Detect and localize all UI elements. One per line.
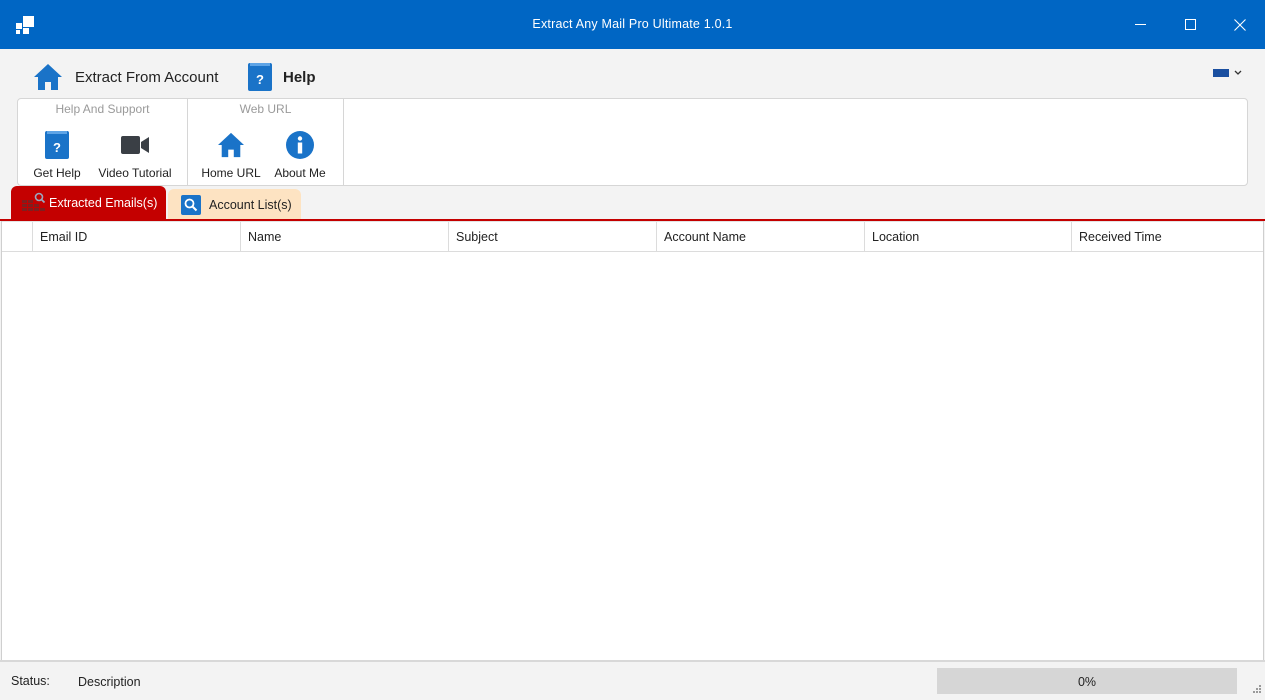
group-web-url: Web URL Home URL About Me [188, 99, 344, 185]
resize-grip-icon[interactable] [1252, 684, 1262, 694]
home-url-button[interactable]: Home URL [200, 129, 262, 180]
flag-icon [1213, 69, 1229, 77]
home-icon [215, 129, 247, 161]
ribbon-tab-bar: Extract From Account ? Help [0, 49, 1265, 103]
tab-account-list[interactable]: Account List(s) [168, 189, 301, 220]
column-header-location[interactable]: Location [865, 222, 1072, 252]
status-label: Status: [11, 674, 50, 688]
row-selector-header[interactable] [2, 222, 33, 252]
column-header-email-id[interactable]: Email ID [33, 222, 241, 252]
tab-label: Help [283, 68, 316, 86]
status-bar: Status: Description 0% [0, 662, 1265, 700]
help-book-icon: ? [245, 62, 275, 92]
tab-label: Account List(s) [209, 197, 292, 212]
emails-table: Email ID Name Subject Account Name Locat… [1, 221, 1264, 661]
ribbon-panel: Help And Support ? Get Help Video Tutori… [17, 98, 1248, 186]
title-bar: Extract Any Mail Pro Ultimate 1.0.1 [0, 0, 1265, 49]
document-tab-bar: Extracted Emails(s) Account List(s) [0, 186, 1265, 220]
video-tutorial-button[interactable]: Video Tutorial [94, 129, 176, 180]
status-description: Description [78, 675, 141, 689]
close-button[interactable] [1215, 0, 1265, 49]
chevron-down-icon [1234, 70, 1242, 75]
column-header-account-name[interactable]: Account Name [657, 222, 865, 252]
minimize-button[interactable] [1115, 0, 1165, 49]
button-label: Home URL [201, 166, 261, 180]
progress-text: 0% [1077, 675, 1097, 689]
button-label: Video Tutorial [98, 166, 172, 180]
language-dropdown[interactable] [1213, 66, 1243, 80]
tab-label: Extract From Account [75, 68, 219, 86]
column-header-name[interactable]: Name [241, 222, 449, 252]
home-icon [33, 62, 63, 92]
video-camera-icon [119, 129, 151, 161]
svg-text:?: ? [256, 72, 264, 87]
group-title: Web URL [239, 102, 292, 116]
tab-extract-from-account[interactable]: Extract From Account [33, 57, 218, 97]
tab-label: Extracted Emails(s) [49, 196, 158, 210]
table-header: Email ID Name Subject Account Name Locat… [2, 221, 1263, 252]
button-label: Get Help [33, 166, 81, 180]
tab-help[interactable]: ? Help [245, 57, 316, 103]
column-header-subject[interactable]: Subject [449, 222, 657, 252]
search-icon [179, 193, 203, 217]
get-help-button[interactable]: ? Get Help [32, 129, 82, 180]
progress-bar: 0% [937, 668, 1237, 694]
tab-extracted-emails[interactable]: Extracted Emails(s) [11, 186, 166, 220]
grid-search-icon [22, 191, 46, 215]
about-me-button[interactable]: About Me [270, 129, 330, 180]
info-icon [284, 129, 316, 161]
maximize-icon [1184, 19, 1196, 30]
group-help-and-support: Help And Support ? Get Help Video Tutori… [18, 99, 188, 185]
help-book-icon: ? [41, 129, 73, 161]
button-label: About Me [274, 166, 326, 180]
close-icon [1234, 18, 1246, 31]
group-title: Help And Support [55, 102, 150, 116]
minimize-icon [1134, 24, 1146, 25]
maximize-button[interactable] [1165, 0, 1215, 49]
table-body[interactable] [2, 252, 1263, 660]
window-title: Extract Any Mail Pro Ultimate 1.0.1 [532, 17, 733, 31]
column-header-received-time[interactable]: Received Time [1072, 222, 1263, 252]
svg-text:?: ? [53, 140, 61, 155]
